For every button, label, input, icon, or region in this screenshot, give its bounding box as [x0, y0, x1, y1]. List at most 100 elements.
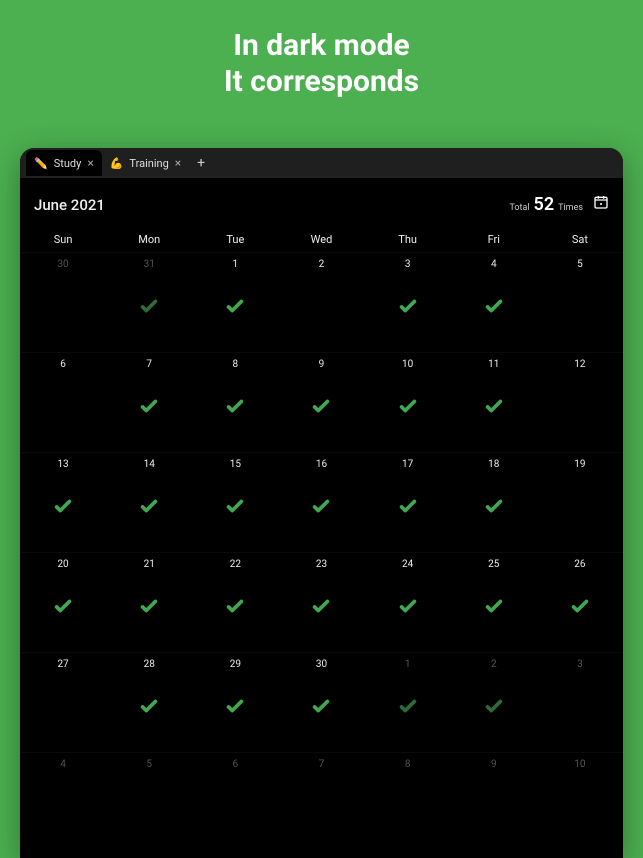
- calendar-cell[interactable]: 7: [106, 352, 192, 452]
- month-label: June 2021: [34, 196, 105, 214]
- day-number: 30: [57, 259, 68, 270]
- tab-emoji: ✏️: [34, 157, 48, 170]
- day-number: 4: [60, 759, 66, 770]
- calendar-cell[interactable]: 27: [20, 652, 106, 752]
- calendar-cell[interactable]: 20: [20, 552, 106, 652]
- calendar-cell[interactable]: 24: [365, 552, 451, 652]
- calendar-cell[interactable]: 18: [451, 452, 537, 552]
- calendar-cell[interactable]: 5: [537, 252, 623, 352]
- day-number: 1: [233, 259, 239, 270]
- calendar-cell[interactable]: 16: [278, 452, 364, 552]
- calendar-cell[interactable]: 2: [451, 652, 537, 752]
- check-icon: [395, 693, 421, 719]
- calendar-grid: 3031123456789101112131415161718192021222…: [20, 252, 623, 852]
- day-number: 6: [233, 759, 239, 770]
- check-icon: [136, 693, 162, 719]
- check-icon: [481, 493, 507, 519]
- calendar-cell[interactable]: 5: [106, 752, 192, 852]
- day-number: 18: [488, 459, 499, 470]
- check-icon: [481, 293, 507, 319]
- calendar-cell[interactable]: 9: [278, 352, 364, 452]
- day-number: 6: [60, 359, 66, 370]
- day-number: 26: [574, 559, 585, 570]
- day-number: 31: [144, 259, 155, 270]
- calendar-cell[interactable]: 11: [451, 352, 537, 452]
- calendar-cell[interactable]: 13: [20, 452, 106, 552]
- calendar-cell[interactable]: 30: [278, 652, 364, 752]
- day-number: 23: [316, 559, 327, 570]
- calendar-cell[interactable]: 3: [365, 252, 451, 352]
- check-icon: [222, 593, 248, 619]
- check-icon: [308, 693, 334, 719]
- calendar-cell[interactable]: 30: [20, 252, 106, 352]
- check-icon: [308, 393, 334, 419]
- weekday-label: Sun: [20, 233, 106, 246]
- close-icon[interactable]: ×: [175, 156, 181, 170]
- check-icon: [481, 693, 507, 719]
- calendar-cell[interactable]: 4: [451, 252, 537, 352]
- calendar-cell[interactable]: 1: [365, 652, 451, 752]
- day-number: 4: [491, 259, 497, 270]
- day-number: 20: [57, 559, 68, 570]
- calendar-cell[interactable]: 3: [537, 652, 623, 752]
- day-number: 9: [491, 759, 497, 770]
- calendar-cell[interactable]: 31: [106, 252, 192, 352]
- day-number: 10: [402, 359, 413, 370]
- check-icon: [136, 293, 162, 319]
- add-tab-button[interactable]: +: [189, 155, 213, 171]
- weekday-label: Wed: [278, 233, 364, 246]
- calendar-cell[interactable]: 1: [192, 252, 278, 352]
- day-number: 13: [57, 459, 68, 470]
- stats-count: 52: [534, 194, 555, 215]
- day-number: 29: [230, 659, 241, 670]
- calendar-icon[interactable]: [593, 194, 609, 210]
- close-icon[interactable]: ×: [87, 156, 93, 170]
- calendar-cell[interactable]: 8: [365, 752, 451, 852]
- weekday-label: Thu: [365, 233, 451, 246]
- check-icon: [222, 693, 248, 719]
- calendar-cell[interactable]: 19: [537, 452, 623, 552]
- calendar-cell[interactable]: 28: [106, 652, 192, 752]
- hero-line1: In dark mode: [0, 28, 643, 64]
- calendar-cell[interactable]: 17: [365, 452, 451, 552]
- check-icon: [308, 593, 334, 619]
- day-number: 11: [488, 359, 499, 370]
- calendar-cell[interactable]: 2: [278, 252, 364, 352]
- tab-label: Training: [129, 157, 168, 170]
- calendar-cell[interactable]: 23: [278, 552, 364, 652]
- check-icon: [222, 293, 248, 319]
- day-number: 27: [57, 659, 68, 670]
- calendar-cell[interactable]: 9: [451, 752, 537, 852]
- day-number: 17: [402, 459, 413, 470]
- calendar-cell[interactable]: 25: [451, 552, 537, 652]
- calendar-cell[interactable]: 10: [537, 752, 623, 852]
- check-icon: [395, 293, 421, 319]
- tab-bar: ✏️Study×💪Training× +: [20, 148, 623, 178]
- check-icon: [222, 493, 248, 519]
- calendar-cell[interactable]: 15: [192, 452, 278, 552]
- check-icon: [395, 493, 421, 519]
- calendar-cell[interactable]: 14: [106, 452, 192, 552]
- calendar-cell[interactable]: 6: [192, 752, 278, 852]
- calendar-cell[interactable]: 21: [106, 552, 192, 652]
- tab-training[interactable]: 💪Training×: [102, 150, 189, 176]
- calendar-cell[interactable]: 26: [537, 552, 623, 652]
- calendar-cell[interactable]: 7: [278, 752, 364, 852]
- day-number: 1: [405, 659, 411, 670]
- check-icon: [50, 493, 76, 519]
- stats-total-label: Total: [509, 203, 529, 213]
- check-icon: [395, 393, 421, 419]
- check-icon: [222, 393, 248, 419]
- check-icon: [50, 593, 76, 619]
- calendar-cell[interactable]: 12: [537, 352, 623, 452]
- calendar-cell[interactable]: 4: [20, 752, 106, 852]
- calendar-cell[interactable]: 10: [365, 352, 451, 452]
- calendar-cell[interactable]: 22: [192, 552, 278, 652]
- tab-study[interactable]: ✏️Study×: [26, 150, 102, 176]
- check-icon: [395, 593, 421, 619]
- calendar-cell[interactable]: 8: [192, 352, 278, 452]
- day-number: 14: [144, 459, 155, 470]
- calendar-cell[interactable]: 29: [192, 652, 278, 752]
- hero-line2: It corresponds: [0, 64, 643, 100]
- calendar-cell[interactable]: 6: [20, 352, 106, 452]
